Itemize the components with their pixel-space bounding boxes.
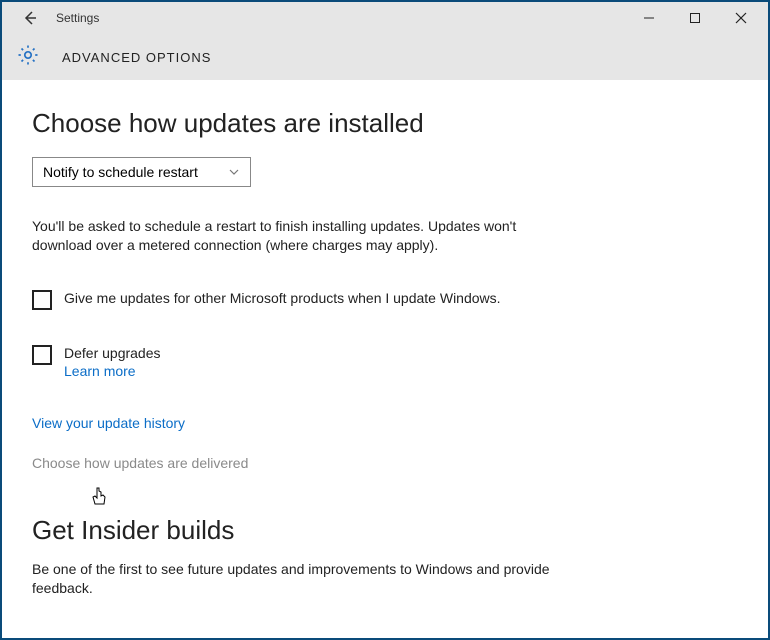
checkbox-defer-label: Defer upgrades	[64, 344, 161, 363]
page-title: ADVANCED OPTIONS	[62, 50, 211, 65]
close-button[interactable]	[718, 2, 764, 34]
section-heading-install: Choose how updates are installed	[32, 108, 728, 139]
checkbox-other-products-label: Give me updates for other Microsoft prod…	[64, 289, 501, 308]
close-icon	[735, 12, 747, 24]
minimize-icon	[643, 12, 655, 24]
view-update-history-link[interactable]: View your update history	[32, 415, 185, 431]
checkbox-other-products[interactable]	[32, 290, 52, 310]
section-heading-insider: Get Insider builds	[32, 515, 728, 546]
gear-icon	[16, 43, 40, 72]
chevron-down-icon	[228, 166, 240, 178]
page-header: ADVANCED OPTIONS	[2, 34, 768, 80]
insider-description: Be one of the first to see future update…	[32, 560, 552, 598]
checkbox-row-defer: Defer upgrades Learn more	[32, 344, 592, 381]
content-area: Choose how updates are installed Notify …	[2, 80, 768, 638]
choose-delivery-link[interactable]: Choose how updates are delivered	[32, 455, 728, 471]
checkbox-defer-upgrades[interactable]	[32, 345, 52, 365]
back-button[interactable]	[14, 2, 46, 34]
install-mode-dropdown[interactable]: Notify to schedule restart	[32, 157, 251, 187]
title-bar: Settings	[2, 2, 768, 34]
install-description: You'll be asked to schedule a restart to…	[32, 217, 552, 255]
back-arrow-icon	[21, 9, 39, 27]
minimize-button[interactable]	[626, 2, 672, 34]
window-controls	[626, 2, 764, 34]
app-title: Settings	[56, 11, 626, 25]
learn-more-link[interactable]: Learn more	[64, 363, 136, 379]
maximize-icon	[689, 12, 701, 24]
maximize-button[interactable]	[672, 2, 718, 34]
checkbox-row-other-products: Give me updates for other Microsoft prod…	[32, 289, 592, 310]
dropdown-value: Notify to schedule restart	[43, 164, 198, 180]
